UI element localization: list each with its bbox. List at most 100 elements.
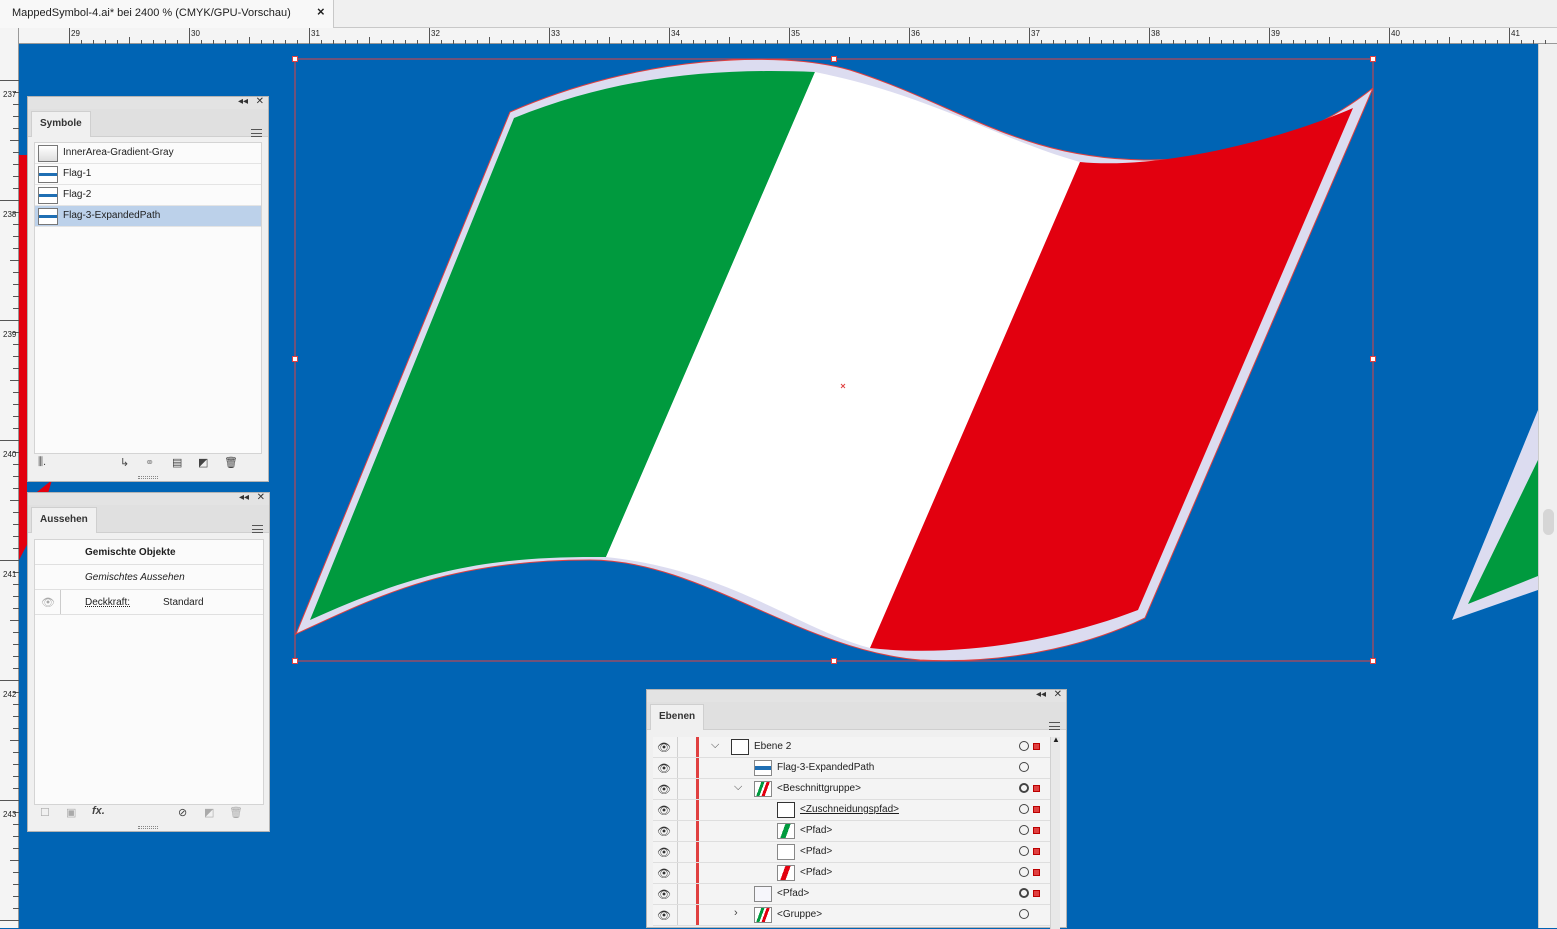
close-tab-icon[interactable]: × — [317, 5, 325, 19]
selection-indicator[interactable] — [1033, 890, 1040, 897]
opacity-label[interactable]: Deckkraft: — [85, 597, 130, 608]
selection-indicator[interactable] — [1033, 806, 1040, 813]
lock-column[interactable] — [677, 842, 678, 862]
chevron-down-icon[interactable]: ⌵ — [711, 739, 719, 752]
resize-grip[interactable] — [138, 826, 158, 829]
visibility-eye-icon[interactable]: 👁 — [41, 596, 55, 609]
layer-row[interactable]: 👁 Flag-3-ExpandedPath — [653, 758, 1053, 779]
selection-indicator[interactable] — [1033, 827, 1040, 834]
layer-row[interactable]: 👁 ⌵ Ebene 2 — [653, 737, 1053, 758]
visibility-eye-icon[interactable]: 👁 — [657, 804, 671, 817]
visibility-eye-icon[interactable]: 👁 — [657, 867, 671, 880]
lock-column[interactable] — [677, 863, 678, 883]
scroll-up-icon[interactable]: ▲ — [1052, 735, 1060, 744]
lock-column[interactable] — [677, 884, 678, 904]
target-circle-icon[interactable] — [1019, 888, 1029, 898]
symbol-label: Flag-1 — [63, 168, 92, 179]
chevron-down-icon[interactable]: ⌵ — [734, 781, 742, 794]
lock-column[interactable] — [677, 737, 678, 757]
panel-title-strip[interactable]: ◂◂ ✕ — [647, 689, 1066, 702]
layer-row[interactable]: 👁 <Zuschneidungspfad> — [653, 800, 1053, 821]
close-panel-icon[interactable]: ✕ — [256, 96, 264, 108]
chevron-right-icon[interactable]: › — [734, 907, 738, 919]
symbol-item[interactable]: Flag-1 — [35, 164, 261, 185]
close-panel-icon[interactable]: ✕ — [1054, 689, 1062, 701]
collapse-panel-icon[interactable]: ◂◂ — [238, 96, 248, 108]
break-link-icon[interactable]: ⚭ — [145, 456, 154, 469]
delete-icon[interactable]: 🗑 — [224, 456, 238, 469]
target-circle-icon[interactable] — [1019, 909, 1029, 919]
layer-row[interactable]: 👁 › <Gruppe> — [653, 905, 1053, 926]
visibility-eye-icon[interactable]: 👁 — [657, 762, 671, 775]
symbol-item[interactable]: Flag-2 — [35, 185, 261, 206]
target-circle-icon[interactable] — [1019, 783, 1029, 793]
clear-appearance-icon[interactable]: ⊘ — [178, 806, 187, 819]
target-circle-icon[interactable] — [1019, 762, 1029, 772]
visibility-eye-icon[interactable]: 👁 — [657, 741, 671, 754]
vertical-ruler[interactable]: 237 238 239 240 241 242 243 — [0, 28, 19, 928]
selection-indicator[interactable] — [1033, 785, 1040, 792]
path-thumbnail — [754, 886, 772, 902]
layer-row[interactable]: 👁 <Pfad> — [653, 863, 1053, 884]
duplicate-item-icon[interactable]: ◩ — [204, 806, 214, 819]
panel-menu-icon[interactable] — [1049, 722, 1060, 730]
appearance-list: Gemischte Objekte Gemischtes Aussehen 👁 … — [34, 539, 264, 805]
target-circle-icon[interactable] — [1019, 804, 1029, 814]
collapse-panel-icon[interactable]: ◂◂ — [1036, 689, 1046, 701]
layer-row[interactable]: 👁 <Pfad> — [653, 821, 1053, 842]
opacity-row[interactable]: 👁 Deckkraft: Standard — [35, 590, 263, 615]
fx-effects-button[interactable]: fx. — [92, 805, 105, 817]
visibility-eye-icon[interactable]: 👁 — [657, 825, 671, 838]
new-symbol-icon[interactable]: ◩ — [198, 456, 208, 469]
collapse-panel-icon[interactable]: ◂◂ — [239, 492, 249, 504]
lock-column[interactable] — [677, 821, 678, 841]
target-circle-icon[interactable] — [1019, 867, 1029, 877]
symbol-item[interactable]: InnerArea-Gradient-Gray — [35, 143, 261, 164]
panel-title-strip[interactable]: ◂◂ ✕ — [28, 96, 268, 109]
symbol-label: InnerArea-Gradient-Gray — [63, 147, 174, 158]
symbol-options-icon[interactable]: ▤ — [172, 456, 182, 469]
vertical-scrollbar[interactable] — [1538, 44, 1557, 928]
panel-tab-strip: Aussehen — [28, 505, 269, 533]
layer-row[interactable]: 👁 ⌵ <Beschnittgruppe> — [653, 779, 1053, 800]
panel-title-strip[interactable]: ◂◂ ✕ — [28, 492, 269, 505]
resize-grip[interactable] — [138, 476, 158, 479]
tab-aussehen[interactable]: Aussehen — [31, 507, 97, 533]
target-circle-icon[interactable] — [1019, 825, 1029, 835]
add-fill-icon[interactable]: ▣ — [66, 806, 76, 819]
layer-row[interactable]: 👁 <Pfad> — [653, 842, 1053, 863]
visibility-eye-icon[interactable]: 👁 — [657, 846, 671, 859]
ruler-label: 33 — [551, 29, 560, 38]
selection-indicator[interactable] — [1033, 743, 1040, 750]
visibility-eye-icon[interactable]: 👁 — [657, 909, 671, 922]
ruler-label: 38 — [1151, 29, 1160, 38]
place-symbol-icon[interactable]: ↳ — [120, 456, 129, 469]
layers-scrollbar[interactable]: ▲ — [1050, 735, 1060, 929]
visibility-eye-icon[interactable]: 👁 — [657, 888, 671, 901]
horizontal-ruler-ticks — [69, 28, 1546, 44]
lock-column[interactable] — [677, 779, 678, 799]
delete-icon[interactable]: 🗑 — [229, 806, 243, 819]
symbols-list[interactable]: InnerArea-Gradient-Gray Flag-1 Flag-2 Fl… — [34, 142, 262, 454]
visibility-eye-icon[interactable]: 👁 — [657, 783, 671, 796]
close-panel-icon[interactable]: ✕ — [257, 492, 265, 504]
layer-label: <Pfad> — [777, 888, 810, 899]
lock-column[interactable] — [677, 758, 678, 778]
target-circle-icon[interactable] — [1019, 846, 1029, 856]
tab-ebenen[interactable]: Ebenen — [650, 704, 705, 730]
selection-indicator[interactable] — [1033, 848, 1040, 855]
selection-indicator[interactable] — [1033, 869, 1040, 876]
symbol-libraries-icon[interactable]: ⫼. — [38, 456, 46, 469]
panel-menu-icon[interactable] — [252, 525, 263, 533]
panel-menu-icon[interactable] — [251, 129, 262, 137]
horizontal-ruler[interactable]: 29 30 31 32 33 34 35 36 37 38 39 40 41 — [19, 28, 1557, 44]
target-circle-icon[interactable] — [1019, 741, 1029, 751]
layer-row[interactable]: 👁 <Pfad> — [653, 884, 1053, 905]
symbol-item-selected[interactable]: Flag-3-ExpandedPath — [35, 206, 261, 227]
document-tab[interactable]: MappedSymbol-4.ai* bei 2400 % (CMYK/GPU-… — [0, 0, 334, 28]
lock-column[interactable] — [677, 905, 678, 925]
add-stroke-icon[interactable]: ☐ — [40, 806, 50, 819]
lock-column[interactable] — [677, 800, 678, 820]
tab-symbole[interactable]: Symbole — [31, 111, 91, 137]
scrollbar-thumb[interactable] — [1543, 509, 1554, 535]
